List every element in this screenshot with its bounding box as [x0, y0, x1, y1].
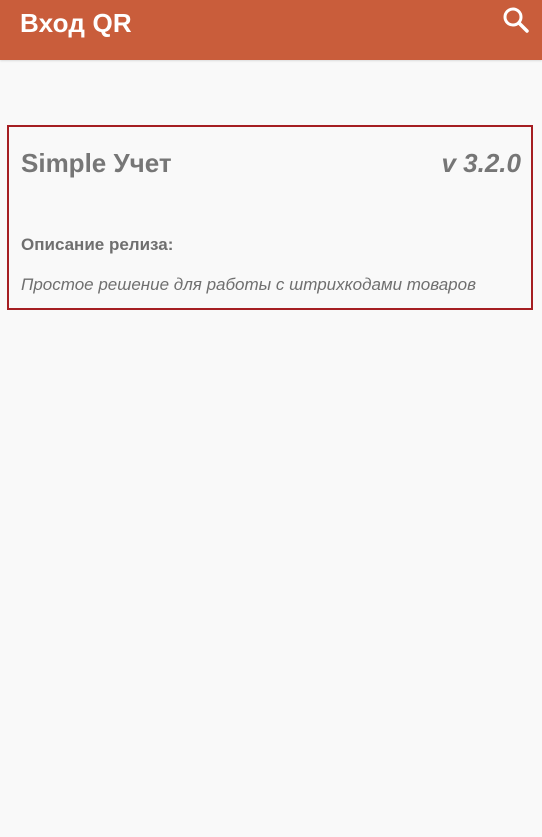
release-description-text: Простое решение для работы с штрихкодами…: [21, 275, 476, 294]
app-name: Simple Учет: [21, 148, 172, 178]
release-card[interactable]: Simple Учет v 3.2.0 Описание релиза: Про…: [7, 125, 533, 310]
search-button[interactable]: [500, 4, 532, 36]
search-icon: [500, 4, 532, 36]
app-version: v 3.2.0: [441, 148, 521, 178]
app-bar: Вход QR: [0, 0, 542, 60]
release-description-heading: Описание релиза:: [21, 235, 174, 254]
app-title: Вход QR: [20, 8, 132, 38]
